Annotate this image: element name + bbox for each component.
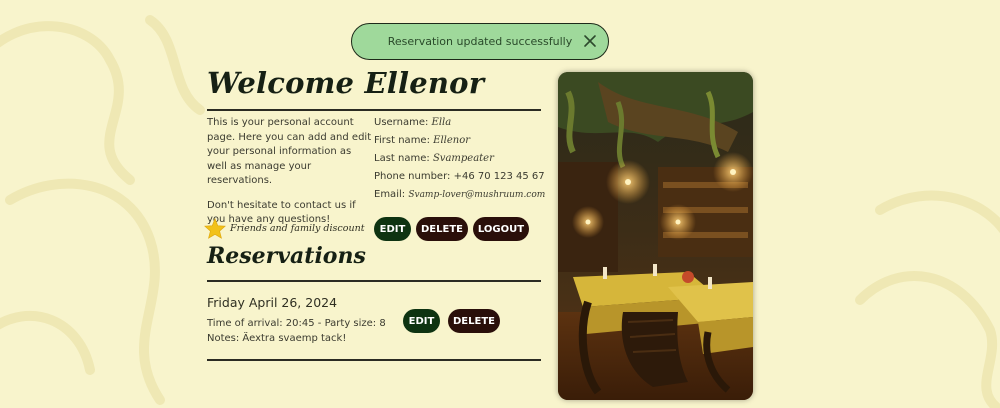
toast-message: Reservation updated successfully — [387, 35, 573, 48]
reservation-info: Time of arrival: 20:45 - Party size: 8 N… — [207, 317, 386, 346]
first-name-row: First name: Ellenor — [374, 134, 544, 152]
restaurant-photo — [558, 72, 753, 400]
last-name-label: Last name: — [374, 153, 430, 164]
phone-row: Phone number: +46 70 123 45 67 — [374, 170, 545, 188]
restaurant-interior-image — [558, 72, 753, 400]
close-icon[interactable] — [582, 33, 598, 49]
email-value: Svamp-lover@mushruum.com — [408, 190, 546, 200]
edit-reservation-button[interactable]: EDIT — [403, 309, 440, 333]
star-icon — [204, 218, 226, 239]
username-label: Username: — [374, 117, 429, 128]
first-name-label: First name: — [374, 135, 430, 146]
title-divider — [207, 109, 541, 111]
phone-value: +46 70 123 45 67 — [453, 171, 545, 182]
username-row: Username: Ella — [374, 116, 544, 134]
account-details: Username: Ella First name: Ellenor Last … — [374, 116, 546, 206]
email-row: Email: Svamp-lover@mushruum.com — [374, 188, 546, 206]
intro-text: This is your personal account page. Here… — [207, 116, 372, 228]
discount-badge: Friends and family discount — [204, 218, 365, 239]
reservations-heading: Reservations — [207, 243, 366, 269]
page-title: Welcome Ellenor — [207, 66, 485, 100]
first-name-value: Ellenor — [433, 135, 470, 146]
reservation-date: Friday April 26, 2024 — [207, 295, 338, 310]
username-value: Ella — [431, 117, 452, 128]
discount-label: Friends and family discount — [230, 223, 365, 234]
reservation-bottom-divider — [207, 359, 541, 361]
success-toast: Reservation updated successfully — [351, 23, 609, 60]
last-name-row: Last name: Svampeater — [374, 152, 544, 170]
logout-button[interactable]: LOGOUT — [473, 217, 529, 241]
reservation-notes: Notes: Äextra svaemp tack! — [207, 332, 347, 344]
reservations-divider — [207, 280, 541, 282]
delete-account-button[interactable]: DELETE — [416, 217, 468, 241]
email-label: Email: — [374, 189, 406, 200]
delete-reservation-button[interactable]: DELETE — [448, 309, 500, 333]
last-name-value: Svampeater — [432, 153, 494, 164]
phone-label: Phone number: — [374, 171, 451, 182]
reservation-details: Time of arrival: 20:45 - Party size: 8 — [207, 318, 386, 329]
intro-paragraph: This is your personal account page. Here… — [207, 117, 372, 186]
edit-profile-button[interactable]: EDIT — [374, 217, 411, 241]
